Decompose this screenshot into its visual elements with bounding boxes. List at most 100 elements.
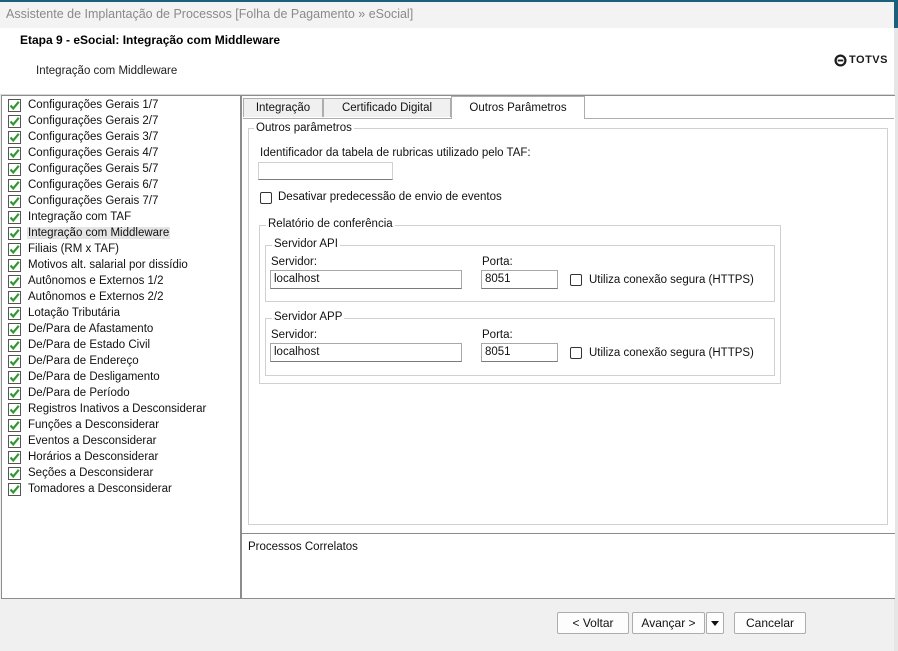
chevron-down-icon <box>711 620 719 626</box>
app-porta-input[interactable]: 8051 <box>481 343 558 362</box>
sidebar-item[interactable]: De/Para de Período <box>8 385 131 401</box>
sidebar-item[interactable]: Motivos alt. salarial por dissídio <box>8 257 189 273</box>
sidebar-item[interactable]: Configurações Gerais 7/7 <box>8 193 159 209</box>
api-servidor-label: Servidor: <box>271 256 318 268</box>
cancel-button[interactable]: Cancelar <box>734 612 806 634</box>
totvs-logo-icon <box>834 53 847 67</box>
window-title: Assistente de Implantação de Processos [… <box>6 7 414 21</box>
tab-integracao[interactable]: Integração <box>243 98 323 117</box>
sidebar-item-label: Configurações Gerais 5/7 <box>28 163 159 175</box>
cancel-button-label: Cancelar <box>745 616 795 630</box>
rubricas-input[interactable] <box>258 162 393 180</box>
sidebar-item-label: Configurações Gerais 4/7 <box>28 147 159 159</box>
sidebar-item-label: Horários a Desconsiderar <box>28 451 159 463</box>
checked-icon <box>8 130 21 144</box>
sidebar-item-label: Motivos alt. salarial por dissídio <box>28 259 188 271</box>
step-title: Etapa 9 - eSocial: Integração com Middle… <box>20 33 281 47</box>
checked-icon <box>8 274 21 288</box>
api-porta-input[interactable]: 8051 <box>481 270 558 289</box>
sidebar-item[interactable]: Configurações Gerais 3/7 <box>8 129 159 145</box>
steps-tree: Configurações Gerais 1/7 Configurações Ge… <box>1 95 241 599</box>
checked-icon <box>8 354 21 368</box>
sidebar-item[interactable]: Configurações Gerais 6/7 <box>8 177 159 193</box>
app-servidor-input[interactable]: localhost <box>270 343 462 362</box>
checked-icon <box>8 162 21 176</box>
sidebar-item-label: Registros Inativos a Desconsiderar <box>28 403 207 415</box>
tab-label: Certificado Digital <box>341 102 433 114</box>
sidebar-item[interactable]: Horários a Desconsiderar <box>8 449 159 465</box>
app-https-checkbox[interactable] <box>570 347 582 359</box>
sidebar-item[interactable]: Integração com TAF <box>8 209 132 225</box>
sidebar-item[interactable]: Lotação Tributária <box>8 305 121 321</box>
checked-icon <box>8 402 21 416</box>
sidebar-item[interactable]: De/Para de Endereço <box>8 353 140 369</box>
tab-outros-parametros[interactable]: Outros Parâmetros <box>451 96 585 119</box>
desativar-predecessao-checkbox[interactable] <box>260 192 272 204</box>
relatorio-conferencia-label: Relatório de conferência <box>266 218 395 230</box>
back-button-label: < Voltar <box>572 616 614 630</box>
sidebar-item-label: De/Para de Desligamento <box>28 371 160 383</box>
back-button[interactable]: < Voltar <box>557 612 629 634</box>
sidebar-item-label: Seções a Desconsiderar <box>28 467 154 479</box>
tab-certificado-digital[interactable]: Certificado Digital <box>323 98 451 117</box>
sidebar-item[interactable]: Configurações Gerais 5/7 <box>8 161 159 177</box>
checked-icon <box>8 210 21 224</box>
sidebar-item-label: Autônomos e Externos 2/2 <box>28 291 164 303</box>
checked-icon <box>8 258 21 272</box>
checked-icon <box>8 146 21 160</box>
sidebar-item[interactable]: Funções a Desconsiderar <box>8 417 160 433</box>
next-dropdown-button[interactable] <box>706 612 724 634</box>
sidebar-item-label: Filiais (RM x TAF) <box>28 243 119 255</box>
checked-icon <box>8 178 21 192</box>
sidebar-item-label: Lotação Tributária <box>28 307 121 319</box>
sidebar-item-label: Configurações Gerais 2/7 <box>28 115 159 127</box>
api-https-checkbox[interactable] <box>570 274 582 286</box>
checked-icon <box>8 482 21 496</box>
window-edge <box>894 0 898 28</box>
next-button[interactable]: Avançar > <box>632 612 705 634</box>
api-servidor-input[interactable]: localhost <box>270 270 462 289</box>
checked-icon <box>8 386 21 400</box>
sidebar-item-label: Integração com Middleware <box>27 227 171 239</box>
sidebar-item-label: De/Para de Endereço <box>28 355 139 367</box>
checked-icon <box>8 418 21 432</box>
checked-icon <box>8 370 21 384</box>
checked-icon <box>8 306 21 320</box>
sidebar-item[interactable]: Filiais (RM x TAF) <box>8 241 120 257</box>
tab-label: Integração <box>255 102 311 114</box>
next-button-label: Avançar > <box>641 616 696 630</box>
sidebar-item[interactable]: De/Para de Estado Civil <box>8 337 151 353</box>
sidebar-item[interactable]: Integração com Middleware <box>8 225 171 241</box>
sidebar-item[interactable]: Configurações Gerais 4/7 <box>8 145 159 161</box>
sidebar-item[interactable]: Registros Inativos a Desconsiderar <box>8 401 207 417</box>
api-porta-label: Porta: <box>482 256 513 268</box>
sidebar-item[interactable]: Autônomos e Externos 2/2 <box>8 289 165 305</box>
sidebar-item-label: Configurações Gerais 7/7 <box>28 195 159 207</box>
api-https-label: Utiliza conexão segura (HTTPS) <box>589 274 754 286</box>
sidebar-item[interactable]: Autônomos e Externos 1/2 <box>8 273 165 289</box>
logo-text: TOTVS <box>849 54 888 66</box>
totvs-logo: TOTVS <box>834 53 888 67</box>
sidebar-item-label: De/Para de Estado Civil <box>28 339 151 351</box>
checked-icon <box>8 322 21 336</box>
sidebar-item[interactable]: Tomadores a Desconsiderar <box>8 481 173 497</box>
sidebar-item[interactable]: Configurações Gerais 2/7 <box>8 113 159 129</box>
sidebar-item[interactable]: De/Para de Desligamento <box>8 369 161 385</box>
sidebar-item[interactable]: Configurações Gerais 1/7 <box>8 97 159 113</box>
outros-parametros-label: Outros parâmetros <box>254 122 354 134</box>
sidebar-item-label: Configurações Gerais 6/7 <box>28 179 159 191</box>
processos-correlatos-label: Processos Correlatos <box>248 541 358 553</box>
sidebar-item[interactable]: Seções a Desconsiderar <box>8 465 154 481</box>
checked-icon <box>8 450 21 464</box>
app-porta-label: Porta: <box>482 329 513 341</box>
app-https-label: Utiliza conexão segura (HTTPS) <box>589 347 754 359</box>
sidebar-item[interactable]: De/Para de Afastamento <box>8 321 154 337</box>
servidor-api-label: Servidor API <box>272 238 340 250</box>
sidebar-item-label: Funções a Desconsiderar <box>28 419 160 431</box>
sidebar-item[interactable]: Eventos a Desconsiderar <box>8 433 157 449</box>
sidebar-item-label: Tomadores a Desconsiderar <box>28 483 172 495</box>
rubricas-label: Identificador da tabela de rubricas util… <box>260 147 531 159</box>
app-servidor-label: Servidor: <box>271 329 318 341</box>
checked-icon <box>8 466 21 480</box>
sidebar-item-label: Eventos a Desconsiderar <box>28 435 157 447</box>
